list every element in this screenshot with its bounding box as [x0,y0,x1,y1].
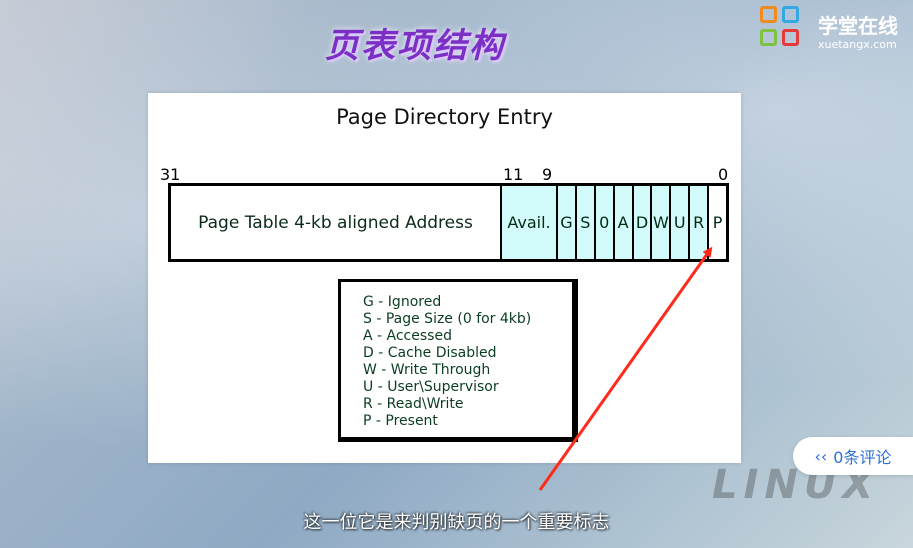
field-flag-d: D [633,186,653,259]
logo-squares-icon [760,6,804,52]
page-title: 页表项结构 [325,26,505,66]
field-flag-u: U [671,186,691,259]
field-flag-a: A [614,186,634,259]
bit-number-11: 11 [503,165,524,184]
field-flag-g: G [558,186,577,259]
slide-heading: Page Directory Entry [336,105,553,129]
page-directory-entry: Page Table 4-kb aligned Address Avail. G… [168,183,729,262]
field-flag-w: W [652,186,672,259]
legend-item: G - Ignored [363,294,442,310]
flag-legend: G - Ignored S - Page Size (0 for 4kb) A … [338,279,578,442]
legend-item: R - Read\Write [363,396,464,412]
slide: Page Directory Entry 31 11 9 0 Page Tabl… [148,93,741,463]
comments-button[interactable]: ‹‹ 0条评论 [793,437,913,475]
bit-number-0: 0 [718,165,729,184]
double-chevron-left-icon: ‹‹ [814,446,828,466]
legend-item: A - Accessed [363,328,452,344]
field-flag-r: R [690,186,710,259]
field-flag-0: 0 [595,186,615,259]
field-avail: Avail. [502,186,558,259]
logo-name: 学堂在线 [818,14,898,38]
field-flag-s: S [576,186,596,259]
bit-number-31: 31 [160,165,181,184]
field-flag-p: P [709,186,727,259]
legend-item: S - Page Size (0 for 4kb) [363,311,532,327]
xuetangx-logo[interactable]: 学堂在线 xuetangx.com [760,6,913,54]
legend-item: D - Cache Disabled [363,345,497,361]
logo-url: xuetangx.com [818,38,897,51]
bit-number-9: 9 [542,165,553,184]
video-subtitle: 这一位它是来判别缺页的一个重要标志 [303,512,610,533]
comments-label: 0条评论 [833,448,892,467]
field-address: Page Table 4-kb aligned Address [171,186,502,259]
legend-item: P - Present [363,413,438,429]
legend-item: U - User\Supervisor [363,379,499,395]
legend-item: W - Write Through [363,362,491,378]
